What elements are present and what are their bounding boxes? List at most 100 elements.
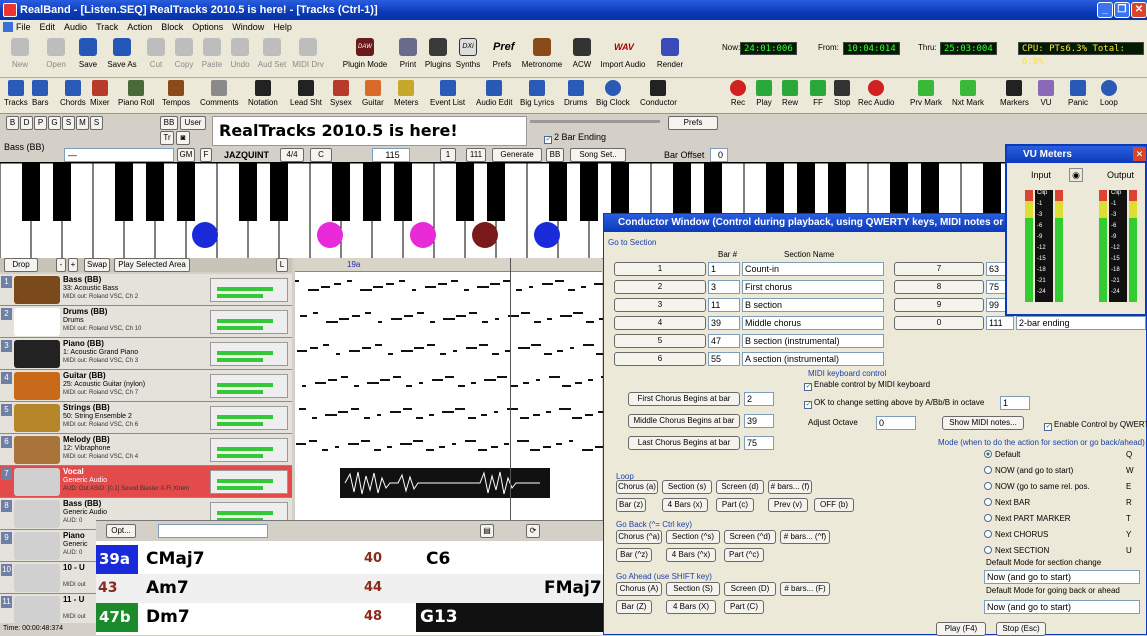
- audio-edit-button[interactable]: Audio Edit: [476, 80, 512, 112]
- section-bar-field[interactable]: 55: [708, 352, 740, 366]
- mode-radio[interactable]: Next BAR: [984, 498, 1030, 507]
- tempos-button[interactable]: Tempos: [162, 80, 190, 112]
- rewind-button[interactable]: Rew: [782, 80, 798, 112]
- go-section-button[interactable]: 2: [614, 280, 706, 294]
- black-key[interactable]: [115, 163, 133, 221]
- black-key[interactable]: [332, 163, 350, 221]
- section-bar-field[interactable]: 11: [708, 298, 740, 312]
- instrument-icon[interactable]: [14, 404, 60, 432]
- default-back-select[interactable]: Now (and go to start): [984, 600, 1140, 614]
- back-bars-button[interactable]: # bars... (^f): [780, 530, 830, 544]
- section-bar-field[interactable]: 1: [708, 262, 740, 276]
- midi-driver-button[interactable]: MIDI Drv: [290, 38, 326, 76]
- chords-button[interactable]: Chords: [60, 80, 86, 112]
- loop-prev-button[interactable]: Prev (v): [768, 498, 808, 512]
- chord-cell-highlighted[interactable]: G13: [416, 603, 611, 632]
- event-list-button[interactable]: Event List: [430, 80, 465, 112]
- ahead-bars-button[interactable]: # bars... (F): [780, 582, 830, 596]
- chord-cell[interactable]: Am7: [146, 578, 189, 598]
- back-bar-button[interactable]: Bar (^z): [616, 548, 652, 562]
- song-settings-button[interactable]: Song Set..: [570, 148, 626, 162]
- loop-chorus-button[interactable]: Chorus (a): [616, 480, 658, 494]
- black-key[interactable]: [487, 163, 505, 221]
- band-s-button[interactable]: S: [62, 116, 75, 130]
- menu-help[interactable]: Help: [273, 20, 292, 34]
- mode-radio[interactable]: NOW (go to same rel. pos.: [984, 482, 1090, 491]
- section-name-field[interactable]: B section: [742, 298, 884, 312]
- chord-input[interactable]: [158, 524, 268, 538]
- middle-chorus-field[interactable]: 39: [744, 414, 774, 428]
- acw-button[interactable]: ACW: [564, 38, 600, 76]
- next-mark-button[interactable]: Nxt Mark: [952, 80, 984, 112]
- track-row[interactable]: 4 Guitar (BB) 25: Acoustic Guitar (nylon) M…: [0, 370, 292, 402]
- restore-button[interactable]: ❐: [1114, 2, 1130, 18]
- enable-qwerty-checkbox[interactable]: ✓ Enable Control by QWERTY: [1044, 420, 1147, 431]
- back-screen-button[interactable]: Screen (^d): [724, 530, 776, 544]
- go-section-button[interactable]: 4: [614, 316, 706, 330]
- instrument-icon[interactable]: [14, 308, 60, 336]
- section-bar-field[interactable]: 111: [986, 316, 1014, 330]
- menu-track[interactable]: Track: [96, 20, 118, 34]
- minimize-button[interactable]: _: [1097, 2, 1113, 18]
- prev-mark-button[interactable]: Prv Mark: [910, 80, 942, 112]
- undo-button[interactable]: Undo: [222, 38, 258, 76]
- menu-action[interactable]: Action: [127, 20, 152, 34]
- prefs-small-button[interactable]: Prefs: [668, 116, 718, 130]
- instrument-icon[interactable]: [14, 532, 60, 560]
- black-key[interactable]: [146, 163, 164, 221]
- instrument-icon[interactable]: [14, 276, 60, 304]
- swap-button[interactable]: Swap: [84, 258, 110, 272]
- lead-sheet-button[interactable]: Lead Sht: [290, 80, 322, 112]
- track-volume-meter[interactable]: [210, 470, 288, 494]
- close-button[interactable]: ✕: [1131, 2, 1147, 18]
- rec-button[interactable]: Rec: [730, 80, 746, 112]
- volume-slider[interactable]: [530, 120, 660, 123]
- instrument-icon[interactable]: [14, 468, 60, 496]
- notation-button[interactable]: Notation: [248, 80, 278, 112]
- tr-button[interactable]: Tr: [160, 131, 174, 145]
- time-signature[interactable]: 4/4: [280, 148, 304, 162]
- go-section-button[interactable]: 8: [894, 280, 984, 294]
- loop-part-button[interactable]: Part (c): [716, 498, 754, 512]
- comments-button[interactable]: Comments: [200, 80, 239, 112]
- section-name-field[interactable]: Middle chorus: [742, 316, 884, 330]
- last-chorus-field[interactable]: 75: [744, 436, 774, 450]
- loop-section-button[interactable]: Section (s): [662, 480, 712, 494]
- tracks-button[interactable]: Tracks: [4, 80, 28, 112]
- save-chords-icon[interactable]: ▤: [480, 524, 494, 538]
- track-row[interactable]: 3 Piano (BB) 1: Acoustic Grand Piano MIDI o…: [0, 338, 292, 370]
- black-key[interactable]: [549, 163, 567, 221]
- drop-button[interactable]: Drop: [4, 258, 38, 272]
- loop-bar-button[interactable]: Bar (z): [616, 498, 646, 512]
- bb-button-2[interactable]: BB: [546, 148, 564, 162]
- instrument-icon[interactable]: [14, 340, 60, 368]
- loop-screen-button[interactable]: Screen (d): [716, 480, 764, 494]
- track-volume-meter[interactable]: [210, 278, 288, 302]
- synths-button[interactable]: DXi Synths: [450, 38, 486, 76]
- open-button[interactable]: Open: [38, 38, 74, 76]
- track-row[interactable]: 6 Melody (BB) 12: Vibraphone MIDI out: Rola…: [0, 434, 292, 466]
- mode-radio[interactable]: Next CHORUS: [984, 530, 1048, 539]
- last-chorus-button[interactable]: Last Chorus Begins at bar: [628, 436, 740, 450]
- ahead-section-button[interactable]: Section (S): [666, 582, 720, 596]
- menu-file[interactable]: File: [16, 20, 31, 34]
- black-key[interactable]: [456, 163, 474, 221]
- black-key[interactable]: [394, 163, 412, 221]
- rec-audio-button[interactable]: Rec Audio: [858, 80, 894, 112]
- go-section-button[interactable]: 3: [614, 298, 706, 312]
- bar-ruler[interactable]: 19a: [295, 258, 602, 272]
- render-button[interactable]: Render: [652, 38, 688, 76]
- bars-button[interactable]: Bars: [32, 80, 48, 112]
- section-bar-field[interactable]: 39: [708, 316, 740, 330]
- section-name-field[interactable]: First chorus: [742, 280, 884, 294]
- loop-4bars-button[interactable]: 4 Bars (x): [662, 498, 708, 512]
- sysex-button[interactable]: Sysex: [330, 80, 352, 112]
- l-button[interactable]: L: [276, 258, 288, 272]
- track-event-view[interactable]: 19a: [295, 258, 613, 520]
- go-section-button[interactable]: 6: [614, 352, 706, 366]
- start-bar-field[interactable]: 1: [440, 148, 456, 162]
- band-m-button[interactable]: M: [76, 116, 89, 130]
- ahead-chorus-button[interactable]: Chorus (A): [616, 582, 662, 596]
- ahead-bar-button[interactable]: Bar (Z): [616, 600, 652, 614]
- key-signature[interactable]: C: [310, 148, 332, 162]
